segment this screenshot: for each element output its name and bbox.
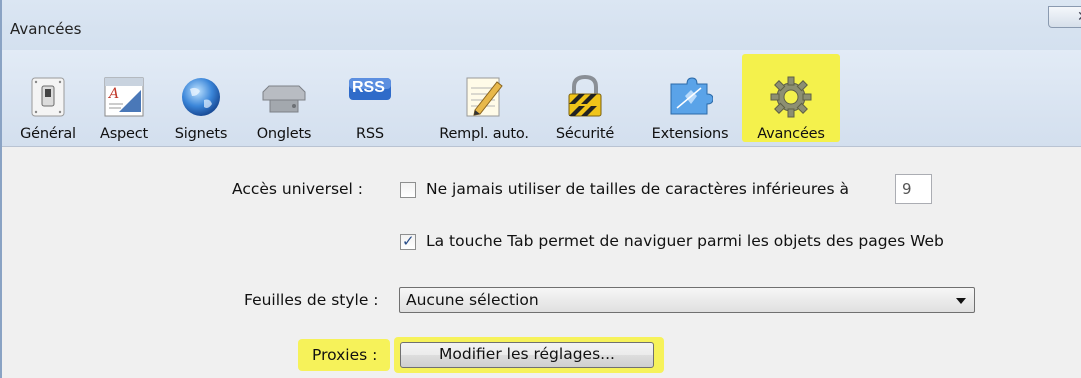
tab-security[interactable]: Sécurité [550,50,620,146]
stylesheet-label: Feuilles de style : [244,291,379,309]
tab-rss-label: RSS [356,126,384,142]
preferences-window: Avancées ✕ Général [0,0,1081,378]
advanced-gear-icon [768,74,814,120]
min-font-size-label: Ne jamais utiliser de tailles de caractè… [426,180,849,198]
preferences-toolbar: Général A Aspect Signets Onglets RSS RSS… [2,50,1081,146]
general-switch-icon [25,74,71,120]
security-lock-icon [562,74,608,120]
tab-aspect-label: Aspect [99,126,149,142]
onglets-tab-icon [261,74,307,120]
stylesheet-selected-value: Aucune sélection [406,291,539,309]
extensions-puzzle-icon [667,74,714,120]
tab-aspect[interactable]: A Aspect [93,50,155,146]
signets-globe-icon [178,74,224,120]
tab-extensions-label: Extensions [651,126,729,142]
tab-onglets[interactable]: Onglets [246,50,322,146]
tab-navigation-label: La touche Tab permet de naviguer parmi l… [426,232,944,250]
accessibility-label: Accès universel : [232,180,364,198]
close-icon: ✕ [1077,9,1081,25]
min-font-size-checkbox[interactable] [400,182,416,198]
tab-onglets-label: Onglets [256,126,312,142]
svg-text:A: A [107,86,119,102]
chevron-down-icon [956,298,966,304]
tab-extensions[interactable]: Extensions [642,50,738,146]
proxies-label: Proxies : [312,346,378,364]
tab-security-label: Sécurité [555,126,615,142]
stylesheet-dropdown[interactable]: Aucune sélection [399,287,975,313]
tab-signets-label: Signets [174,126,228,142]
tab-general-label: Général [20,126,76,142]
min-font-size-select[interactable]: 9 [895,174,932,204]
close-button[interactable]: ✕ [1048,6,1081,28]
rss-badge-text: RSS [352,79,385,96]
tab-autofill[interactable]: Rempl. auto. [426,50,542,146]
tab-avancees[interactable]: Avancées [748,50,834,146]
tab-general[interactable]: Général [16,50,80,146]
aspect-font-icon: A [101,74,147,120]
rss-icon: RSS [347,74,393,120]
tab-navigation-checkbox[interactable] [400,232,416,250]
modify-proxy-settings-button[interactable]: Modifier les réglages... [400,342,654,368]
tab-autofill-label: Rempl. auto. [439,126,529,142]
title-bar: Avancées ✕ [2,0,1081,50]
window-title: Avancées [10,20,82,38]
tab-avancees-label: Avancées [757,126,825,142]
tab-rss[interactable]: RSS RSS [345,50,395,146]
min-font-size-value: 9 [902,180,912,198]
tab-signets[interactable]: Signets [168,50,234,146]
autofill-pencil-icon [461,74,507,120]
advanced-settings-panel: Accès universel : Ne jamais utiliser de … [2,146,1081,378]
modify-proxy-settings-label: Modifier les réglages... [439,345,615,363]
